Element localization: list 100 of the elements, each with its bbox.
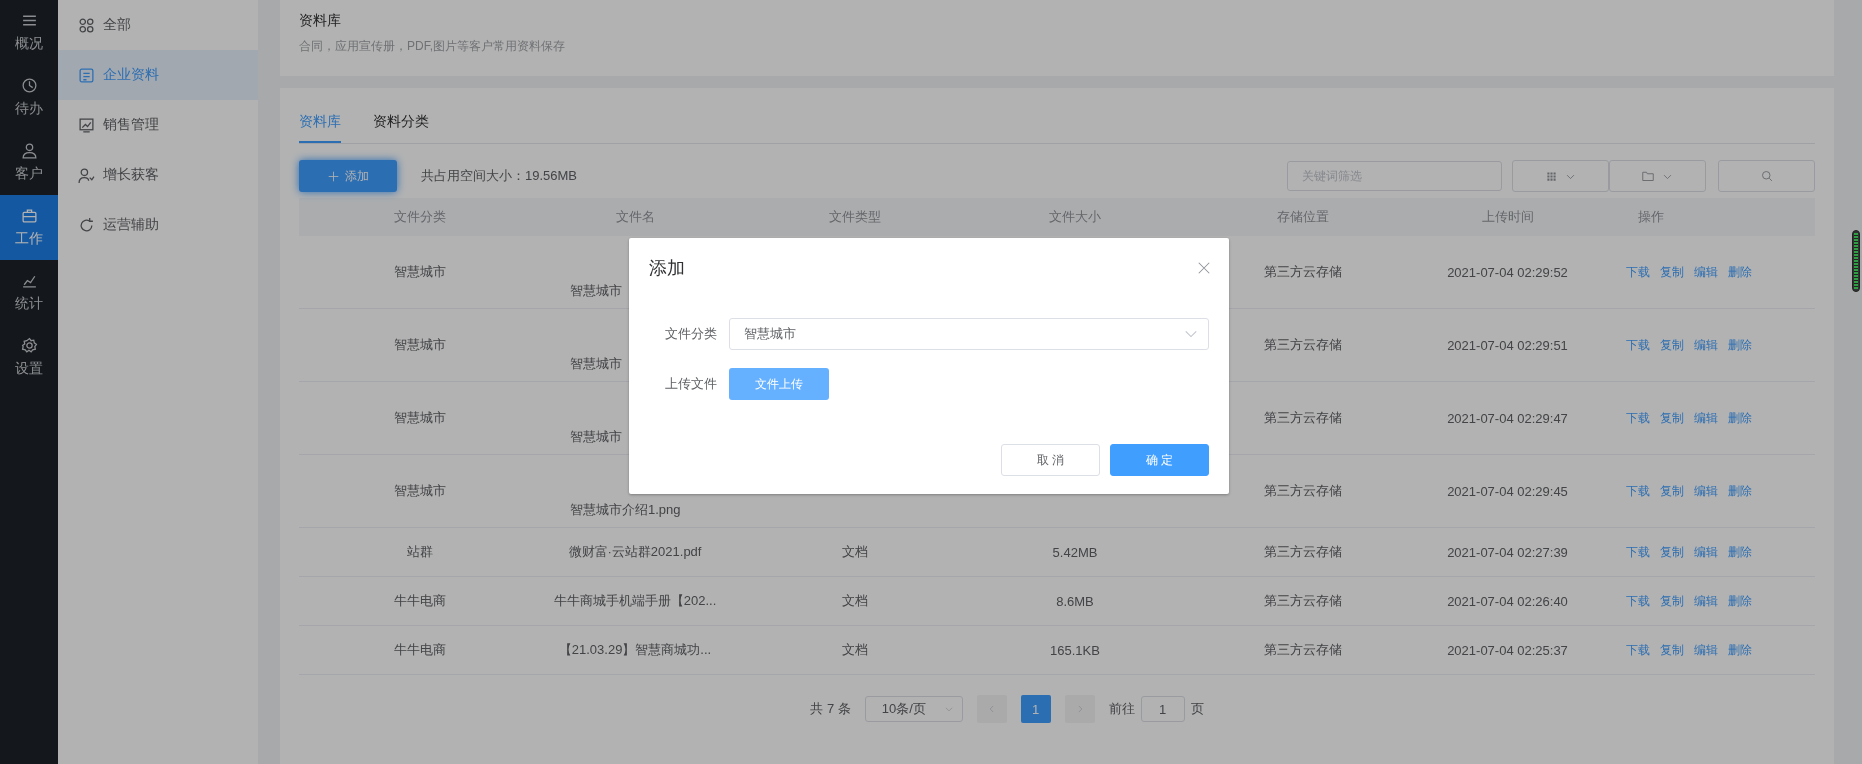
table-cell: 牛牛电商 <box>299 576 540 626</box>
action-link[interactable]: 删除 <box>1728 642 1752 657</box>
tab[interactable]: 资料库 <box>299 113 341 143</box>
table-cell: 【21.03.29】智慧商城功... <box>540 625 730 675</box>
action-link[interactable]: 编辑 <box>1694 642 1718 657</box>
action-link[interactable]: 复制 <box>1660 483 1684 498</box>
column-header: 文件名 <box>540 198 730 236</box>
table-cell: 文档 <box>730 527 980 577</box>
goto-label: 前往 <box>1108 700 1135 718</box>
view-dropdown[interactable] <box>1512 160 1609 192</box>
nav-item[interactable]: 概况 <box>0 0 58 65</box>
dialog-title: 添加 <box>649 257 685 280</box>
cancel-button[interactable]: 取 消 <box>1001 444 1100 476</box>
table-cell: 文档 <box>730 576 980 626</box>
page-title: 资料库 <box>299 12 341 30</box>
table-cell: 5.42MB <box>980 527 1170 577</box>
category-select[interactable]: 智慧城市 <box>729 318 1209 350</box>
action-link[interactable]: 复制 <box>1660 642 1684 657</box>
sidebar-item[interactable]: 增长获客 <box>58 150 258 200</box>
upload-button[interactable]: 文件上传 <box>729 368 829 400</box>
clock-icon <box>20 77 38 94</box>
table-cell: 第三方云存储 <box>1170 625 1435 675</box>
scrollbar-thumb[interactable] <box>1852 230 1860 292</box>
folder-dropdown[interactable] <box>1609 160 1706 192</box>
column-header: 操作 <box>1580 198 1815 236</box>
page-number[interactable]: 1 <box>1020 695 1051 723</box>
table-cell: 牛牛商城手机端手册【202... <box>540 576 730 626</box>
plus-icon <box>327 170 339 182</box>
nav-item[interactable]: 统计 <box>0 260 58 325</box>
nav-item[interactable]: 客户 <box>0 130 58 195</box>
column-header: 文件类型 <box>730 198 980 236</box>
action-link[interactable]: 编辑 <box>1694 264 1718 279</box>
person-icon <box>78 166 95 184</box>
person-icon <box>20 142 38 159</box>
grid-icon <box>78 16 95 34</box>
close-icon[interactable] <box>1197 261 1211 275</box>
action-link[interactable]: 下载 <box>1626 483 1650 498</box>
briefcase-icon <box>20 207 38 224</box>
action-link[interactable]: 编辑 <box>1694 593 1718 608</box>
folder-icon <box>1642 170 1654 182</box>
action-link[interactable]: 下载 <box>1626 410 1650 425</box>
settings-icon <box>20 337 38 354</box>
grid-icon <box>1545 170 1557 182</box>
page-size-select[interactable]: 10条/页 <box>864 696 963 722</box>
sidebar-item[interactable]: 全部 <box>58 0 258 50</box>
action-link[interactable]: 编辑 <box>1694 483 1718 498</box>
table-cell: 智慧城市 <box>299 236 540 309</box>
sidebar-item[interactable]: 运营辅助 <box>58 200 258 250</box>
action-link[interactable]: 删除 <box>1728 593 1752 608</box>
table-cell: 165.1KB <box>980 625 1170 675</box>
page-input[interactable]: 1 <box>1140 696 1185 722</box>
action-link[interactable]: 编辑 <box>1694 410 1718 425</box>
action-link[interactable]: 复制 <box>1660 593 1684 608</box>
table-cell: 8.6MB <box>980 576 1170 626</box>
prev-page-button[interactable] <box>976 695 1007 723</box>
action-link[interactable]: 删除 <box>1728 410 1752 425</box>
table-cell: 智慧城市 <box>299 381 540 455</box>
column-header: 文件分类 <box>299 198 540 236</box>
table-cell: 2021-07-04 02:25:37 <box>1435 625 1580 675</box>
nav-item[interactable]: 工作 <box>0 195 58 260</box>
nav-item[interactable]: 设置 <box>0 325 58 390</box>
total-count: 共 7 条 <box>810 700 851 718</box>
sidebar-item[interactable]: 销售管理 <box>58 100 258 150</box>
search-button[interactable] <box>1718 160 1815 192</box>
table-cell: 2021-07-04 02:29:52 <box>1435 236 1580 309</box>
action-link[interactable]: 下载 <box>1626 642 1650 657</box>
confirm-button[interactable]: 确 定 <box>1110 444 1209 476</box>
column-header: 存储位置 <box>1170 198 1435 236</box>
nav-item[interactable]: 待办 <box>0 65 58 130</box>
table-cell: 文档 <box>730 625 980 675</box>
action-link[interactable]: 复制 <box>1660 264 1684 279</box>
search-icon <box>1760 170 1773 182</box>
table-cell: 微财富·云站群2021.pdf <box>540 527 730 577</box>
action-link[interactable]: 复制 <box>1660 544 1684 559</box>
add-button[interactable]: 添加 <box>299 160 397 192</box>
action-link[interactable]: 编辑 <box>1694 337 1718 352</box>
action-link[interactable]: 下载 <box>1626 544 1650 559</box>
next-page-button[interactable] <box>1064 695 1095 723</box>
tab[interactable]: 资料分类 <box>373 113 429 143</box>
sidebar-item[interactable]: 企业资料 <box>58 50 258 100</box>
column-header: 上传时间 <box>1435 198 1580 236</box>
action-link[interactable]: 删除 <box>1728 264 1752 279</box>
action-link[interactable]: 删除 <box>1728 483 1752 498</box>
field-label: 文件分类 <box>664 325 717 343</box>
document-icon <box>78 66 95 84</box>
table-cell: 2021-07-04 02:26:40 <box>1435 576 1580 626</box>
action-link[interactable]: 下载 <box>1626 593 1650 608</box>
action-link[interactable]: 删除 <box>1728 337 1752 352</box>
table-cell: 2021-07-04 02:27:39 <box>1435 527 1580 577</box>
action-link[interactable]: 下载 <box>1626 337 1650 352</box>
action-link[interactable]: 下载 <box>1626 264 1650 279</box>
table-cell: 2021-07-04 02:29:47 <box>1435 381 1580 455</box>
table-cell: 第三方云存储 <box>1170 527 1435 577</box>
action-link[interactable]: 复制 <box>1660 337 1684 352</box>
action-link[interactable]: 编辑 <box>1694 544 1718 559</box>
page-unit-label: 页 <box>1190 700 1204 718</box>
table-cell: 2021-07-04 02:29:45 <box>1435 454 1580 528</box>
action-link[interactable]: 删除 <box>1728 544 1752 559</box>
chevron-down-icon <box>943 704 954 714</box>
action-link[interactable]: 复制 <box>1660 410 1684 425</box>
